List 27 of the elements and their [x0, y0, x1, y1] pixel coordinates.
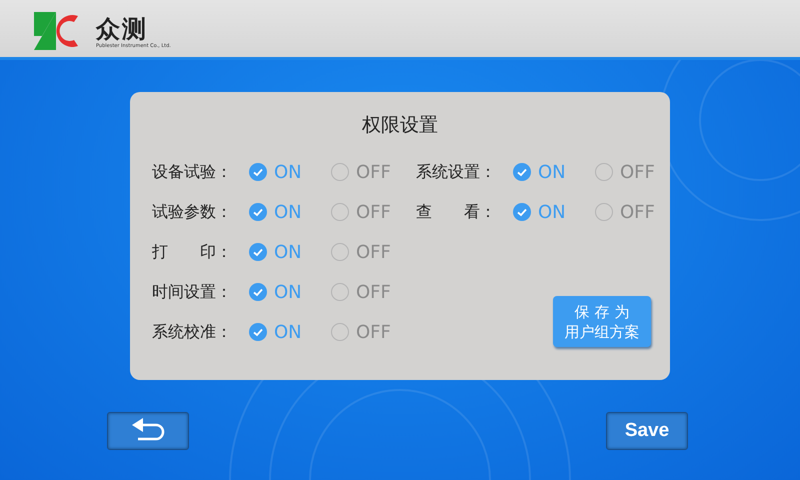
- save-as-group-scheme-button[interactable]: 保 存 为 用户组方案: [553, 296, 651, 347]
- radio-option[interactable]: OFF: [330, 202, 412, 222]
- radio-option[interactable]: ON: [248, 162, 330, 182]
- radio-option[interactable]: OFF: [330, 282, 412, 302]
- save-button[interactable]: Save: [606, 412, 688, 450]
- permission-label: 系统校准：: [152, 322, 233, 342]
- panel-title: 权限设置: [361, 113, 439, 138]
- permission-label: 打 印：: [152, 242, 233, 262]
- permission-label: 设备试验：: [152, 162, 233, 182]
- logo-icon: [34, 12, 80, 50]
- permission-label: 试验参数：: [152, 202, 233, 222]
- radio-option[interactable]: ON: [512, 202, 594, 222]
- radio-option[interactable]: ON: [248, 242, 330, 262]
- back-button[interactable]: [107, 412, 189, 450]
- radio-option[interactable]: ON: [512, 162, 594, 182]
- permission-label: 查 看：: [416, 202, 497, 222]
- radio-option[interactable]: OFF: [594, 162, 676, 182]
- radio-option[interactable]: OFF: [594, 202, 676, 222]
- radio-option[interactable]: ON: [248, 202, 330, 222]
- radio-option[interactable]: ON: [248, 282, 330, 302]
- logo-name: 众测: [96, 14, 149, 42]
- radio-option[interactable]: OFF: [330, 322, 412, 342]
- permission-label: 时间设置：: [152, 282, 233, 302]
- radio-option[interactable]: OFF: [330, 242, 412, 262]
- permission-label: 系统设置：: [416, 162, 497, 182]
- radio-option[interactable]: OFF: [330, 162, 412, 182]
- radio-option[interactable]: ON: [248, 322, 330, 342]
